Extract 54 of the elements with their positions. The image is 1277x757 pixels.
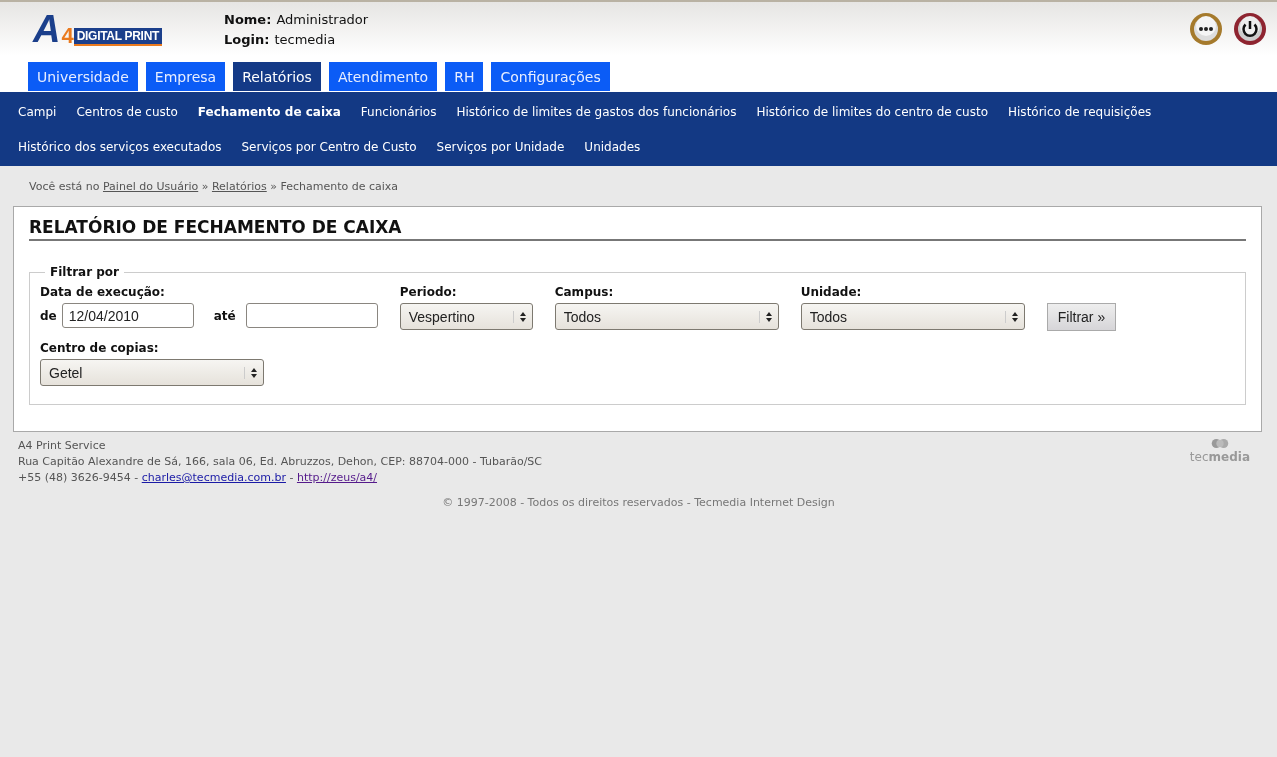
- contact-line: +55 (48) 3626-9454 - charles@tecmedia.com.br - http://zeus/a4/: [18, 470, 379, 486]
- up-down-arrows-icon: [1004, 310, 1019, 323]
- field-label: Login:: [224, 32, 270, 47]
- submenu-link[interactable]: Histórico dos serviços executados: [18, 130, 222, 165]
- power-icon[interactable]: [1233, 12, 1267, 46]
- field-label: Unidade:: [800, 285, 863, 299]
- link[interactable]: Painel do Usuário: [102, 180, 199, 193]
- submenu-link[interactable]: Fechamento de caixa: [197, 95, 341, 130]
- filter-legend: Filtrar por: [45, 265, 125, 279]
- submenu-link[interactable]: Centros de custo: [76, 95, 178, 130]
- logo: A4 DIGITAL PRINT: [33, 10, 191, 48]
- brand-logo: tecmedia: [1189, 438, 1250, 486]
- up-down-arrows-icon: [512, 310, 527, 323]
- submenu-link[interactable]: Histórico de limites de gastos dos funcionários: [456, 95, 737, 130]
- submenu-link[interactable]: Serviços por Unidade: [436, 130, 565, 165]
- nav-tab[interactable]: RH: [445, 62, 484, 91]
- nav-tab[interactable]: Relatórios: [233, 62, 321, 91]
- password-icon[interactable]: [1189, 12, 1223, 46]
- filter-button[interactable]: Filtrar »: [1046, 303, 1117, 331]
- dropdown[interactable]: Todos: [800, 303, 1025, 330]
- submenu-link[interactable]: Histórico de requisições: [1008, 95, 1152, 130]
- nav-tab[interactable]: Universidade: [28, 62, 138, 91]
- dropdown[interactable]: Vespertino: [399, 303, 533, 330]
- company-name: A4 Print Service: [18, 438, 107, 454]
- date-field[interactable]: 12/04/2010: [61, 303, 194, 328]
- nav-tab[interactable]: Configurações: [491, 62, 610, 91]
- submenu-link[interactable]: Funcionários: [360, 95, 437, 130]
- field-label: até: [213, 308, 236, 323]
- field-label: Campus:: [554, 285, 615, 299]
- up-down-arrows-icon: [758, 310, 773, 323]
- submenu-link[interactable]: Histórico de limites do centro de custo: [756, 95, 988, 130]
- submenu-link[interactable]: Unidades: [584, 130, 641, 165]
- dropdown[interactable]: Todos: [554, 303, 779, 330]
- up-down-arrows-icon: [244, 366, 258, 379]
- breadcrumb: Você está no Painel do Usuário » Relatórios » Fechamento de caixa: [29, 180, 400, 193]
- link[interactable]: Relatórios: [211, 180, 267, 193]
- field-value: Administrador: [276, 12, 369, 27]
- nav-tab[interactable]: Empresa: [145, 62, 226, 91]
- submenu-link[interactable]: Campi: [18, 95, 57, 130]
- nav-tab[interactable]: Atendimento: [328, 62, 438, 91]
- dropdown[interactable]: Getel: [40, 359, 264, 386]
- field-label: Centro de copias:: [40, 341, 160, 355]
- submenu-link[interactable]: Serviços por Centro de Custo: [241, 130, 417, 165]
- field-label: Data de execução:: [40, 285, 166, 299]
- field-label: de: [40, 308, 57, 323]
- copyright: © 1997-2008 - Todos os direitos reservados - Tecmedia Internet Design: [441, 496, 836, 509]
- field-value: tecmedia: [274, 32, 336, 47]
- address: Rua Capitão Alexandre de Sá, 166, sala 06, Ed. Abruzzos, Dehon, CEP: 88704-000 - Tubarão/SC: [18, 454, 543, 470]
- link[interactable]: charles@tecmedia.com.br: [141, 471, 286, 484]
- field-label: Nome:: [224, 12, 272, 27]
- link[interactable]: http://zeus/a4/: [296, 471, 378, 484]
- date-field[interactable]: [245, 303, 378, 328]
- field-label: Periodo:: [399, 285, 458, 299]
- page-title: RELATÓRIO DE FECHAMENTO DE CAIXA: [29, 217, 1246, 241]
